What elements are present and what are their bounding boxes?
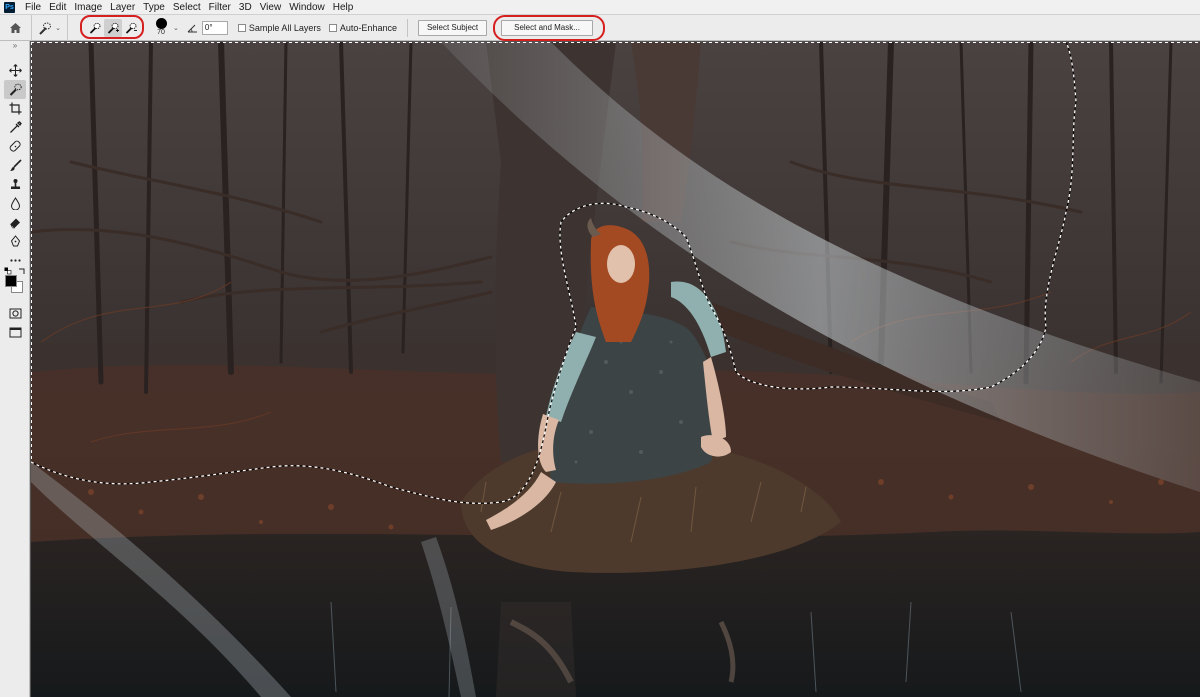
clone-stamp-icon: [10, 179, 20, 189]
auto-enhance-option[interactable]: Auto-Enhance: [328, 22, 397, 33]
angle-icon: [187, 24, 197, 32]
home-icon: [10, 22, 21, 33]
menu-filter[interactable]: Filter: [205, 0, 235, 15]
angle-control: 0°: [187, 20, 228, 35]
tool-preset-picker[interactable]: ⌄: [32, 14, 68, 41]
brush-tool[interactable]: [4, 156, 26, 175]
angle-input[interactable]: 0°: [201, 20, 228, 35]
select-and-mask-button[interactable]: Select and Mask...: [501, 19, 593, 36]
menu-layer[interactable]: Layer: [106, 0, 139, 15]
photoshop-logo-icon: Ps: [4, 1, 15, 13]
menu-image[interactable]: Image: [70, 0, 106, 15]
menu-help[interactable]: Help: [329, 0, 358, 15]
quick-selection-tool[interactable]: [4, 80, 26, 99]
default-colors-icon[interactable]: [4, 267, 12, 275]
eraser-tool[interactable]: [4, 213, 26, 232]
home-button[interactable]: [0, 14, 32, 41]
pen-icon: [10, 235, 20, 247]
sample-all-layers-label: Sample All Layers: [248, 22, 321, 33]
quick-selection-icon: [9, 83, 22, 96]
chevron-down-icon[interactable]: ⌄: [173, 24, 179, 32]
new-selection-icon: [89, 22, 101, 34]
forest-photo: [31, 42, 1200, 697]
subtract-from-selection-button[interactable]: [122, 19, 140, 37]
quick-mask-button[interactable]: [4, 304, 26, 323]
more-tools-icon: [9, 259, 21, 262]
screen-mode-icon: [9, 327, 21, 338]
toolbar-collapse-icon[interactable]: »: [0, 41, 29, 51]
brush-size-picker[interactable]: 70: [150, 15, 172, 41]
foreground-color-swatch[interactable]: [5, 275, 17, 287]
auto-enhance-checkbox[interactable]: [328, 23, 337, 32]
tools-panel: »: [0, 41, 30, 697]
brush-size-value: 70: [157, 29, 165, 36]
brush-tip-icon: [155, 18, 167, 29]
auto-enhance-label: Auto-Enhance: [339, 22, 397, 33]
new-selection-button[interactable]: [86, 19, 104, 37]
menu-type[interactable]: Type: [139, 0, 169, 15]
crop-icon: [9, 102, 21, 115]
select-subject-button[interactable]: Select Subject: [417, 19, 488, 36]
menu-bar: Ps File Edit Image Layer Type Select Fil…: [0, 0, 1200, 15]
document-canvas[interactable]: [31, 42, 1200, 697]
sample-all-layers-option[interactable]: Sample All Layers: [237, 22, 321, 33]
eyedropper-tool[interactable]: [4, 118, 26, 137]
move-icon: [8, 64, 22, 77]
menu-edit[interactable]: Edit: [45, 0, 70, 15]
add-to-selection-button[interactable]: [104, 18, 122, 37]
subtract-from-selection-icon: [125, 22, 137, 34]
menu-view[interactable]: View: [256, 0, 286, 15]
crop-tool[interactable]: [4, 99, 26, 118]
selection-mode-group: [80, 14, 144, 39]
healing-brush-tool[interactable]: [4, 137, 26, 156]
brush-icon: [9, 159, 22, 171]
select-and-mask-wrap: Select and Mask...: [493, 14, 606, 41]
blur-icon: [10, 197, 20, 210]
quick-mask-icon: [9, 308, 21, 319]
photoshop-window: Ps File Edit Image Layer Type Select Fil…: [0, 0, 1200, 697]
eyedropper-icon: [9, 121, 22, 133]
quick-selection-preset-icon: [39, 22, 52, 35]
menu-select[interactable]: Select: [169, 0, 205, 15]
add-to-selection-icon: [107, 22, 119, 34]
color-swatches[interactable]: [2, 267, 28, 300]
healing-brush-icon: [9, 140, 21, 152]
menu-3d[interactable]: 3D: [235, 0, 256, 15]
move-tool[interactable]: [4, 61, 26, 80]
swap-colors-icon[interactable]: [18, 267, 26, 275]
pen-tool[interactable]: [4, 232, 26, 251]
menu-file[interactable]: File: [21, 0, 45, 15]
menu-window[interactable]: Window: [285, 0, 329, 15]
eraser-icon: [9, 218, 20, 229]
blur-tool[interactable]: [4, 194, 26, 213]
clone-stamp-tool[interactable]: [4, 175, 26, 194]
options-divider: [406, 18, 408, 37]
screen-mode-button[interactable]: [4, 323, 26, 342]
sample-all-layers-checkbox[interactable]: [237, 23, 246, 32]
options-bar: ⌄ 70 ⌄ 0° Sample All Layers Auto-Enhance…: [0, 14, 1200, 41]
chevron-down-icon: ⌄: [55, 24, 61, 32]
